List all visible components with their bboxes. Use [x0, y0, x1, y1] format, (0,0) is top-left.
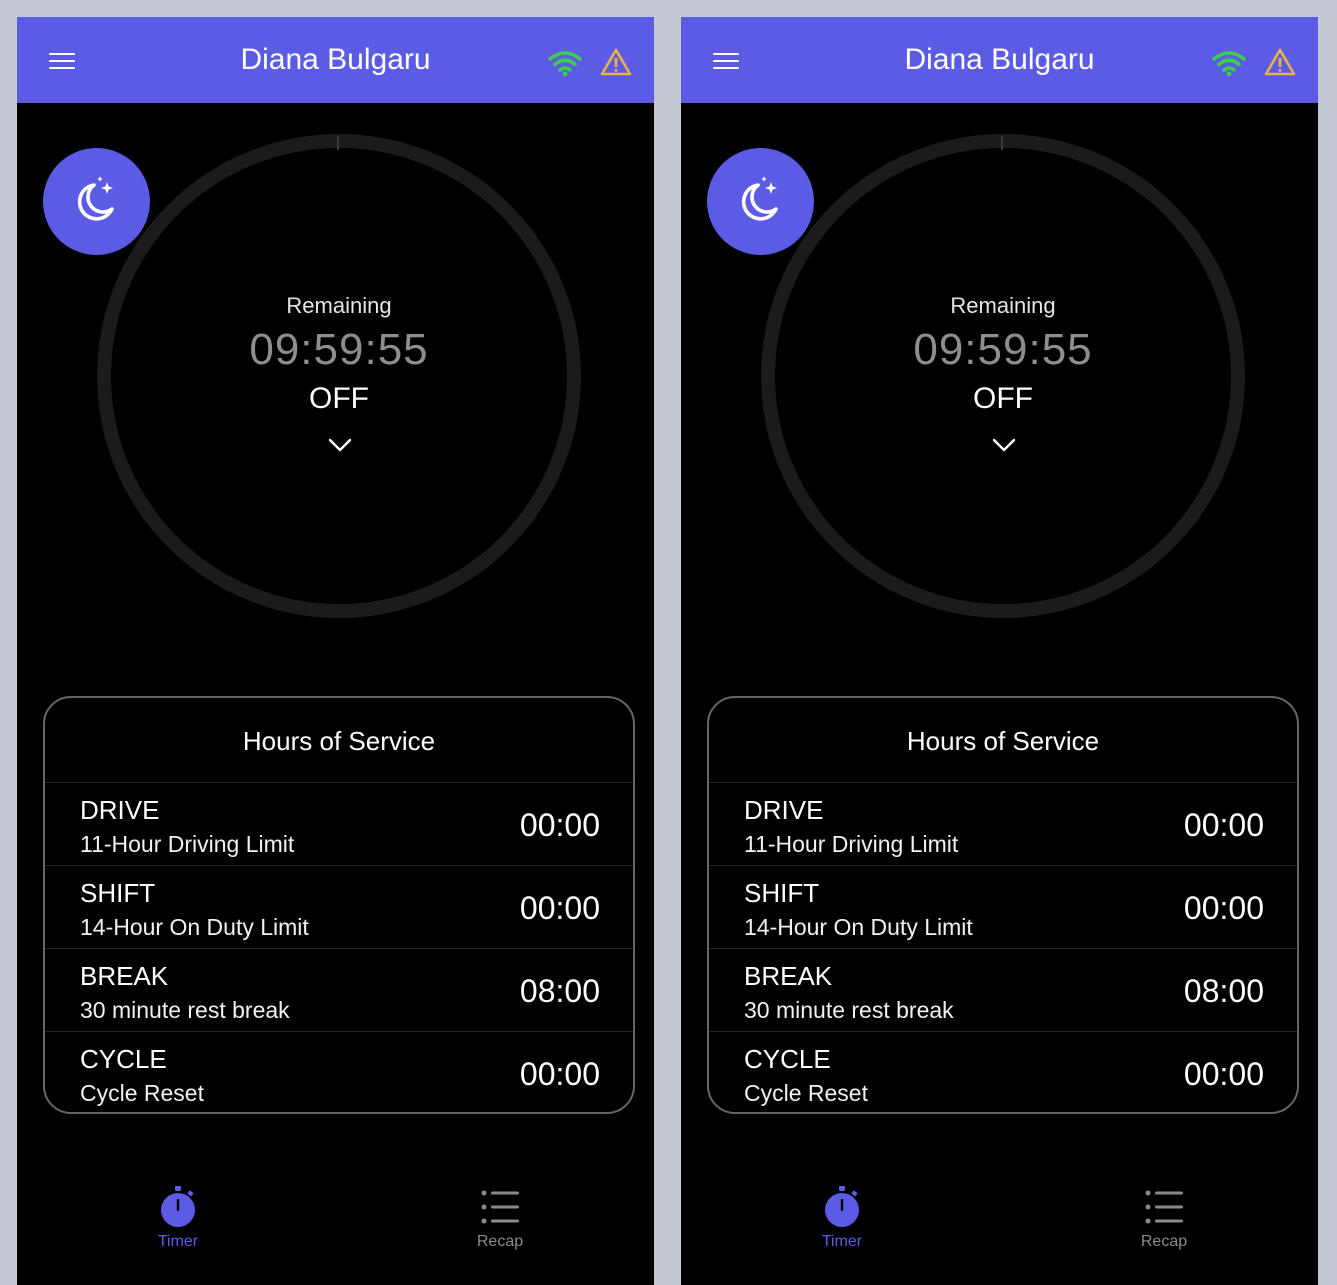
hours-of-service-card: Hours of Service DRIVE 11-Hour Driving L…	[707, 696, 1299, 1114]
tab-timer-label: Timer	[157, 1233, 199, 1250]
tab-recap-label: Recap	[1140, 1233, 1188, 1250]
list-icon	[1145, 1190, 1183, 1224]
tab-timer[interactable]: Timer	[787, 1185, 897, 1265]
timer-ring	[761, 134, 1245, 618]
phone-screen-right: Diana Bulgaru Remaining 09:59:55 OFF Hou…	[681, 17, 1318, 1285]
hos-row-value: 08:00	[519, 973, 600, 1009]
timer-ring-start-marker	[1001, 136, 1003, 150]
hos-row-value: 00:00	[1183, 807, 1264, 843]
remaining-label: Remaining	[286, 293, 392, 318]
phone-screen-left: Diana Bulgaru Remaining 09:59:55 OFF Hou…	[17, 17, 654, 1285]
hos-row-name: SHIFT	[744, 878, 820, 908]
hos-row-shift: SHIFT 14-Hour On Duty Limit 00:00	[45, 866, 633, 949]
hos-row-description: 30 minute rest break	[80, 997, 290, 1023]
remaining-time: 09:59:55	[913, 325, 1093, 374]
warning-icon[interactable]	[1263, 47, 1297, 77]
wifi-icon[interactable]	[547, 49, 583, 77]
hos-row-name: BREAK	[744, 961, 833, 991]
hos-row-break: BREAK 30 minute rest break 08:00	[45, 949, 633, 1032]
remaining-label: Remaining	[950, 293, 1056, 318]
hours-of-service-title: Hours of Service	[45, 698, 633, 783]
hos-row-name: SHIFT	[80, 878, 156, 908]
wifi-icon[interactable]	[1211, 49, 1247, 77]
stopwatch-icon	[161, 1186, 195, 1227]
hos-row-description: 14-Hour On Duty Limit	[744, 914, 973, 940]
hos-row-break: BREAK 30 minute rest break 08:00	[709, 949, 1297, 1032]
tab-recap[interactable]: Recap	[1109, 1185, 1219, 1265]
tab-recap[interactable]: Recap	[445, 1185, 555, 1265]
hos-row-name: DRIVE	[744, 795, 824, 825]
warning-icon[interactable]	[599, 47, 633, 77]
hos-row-description: 11-Hour Driving Limit	[80, 831, 295, 857]
bottom-tab-bar: Timer Recap	[681, 1177, 1318, 1285]
hos-row-value: 00:00	[1183, 890, 1264, 926]
hos-row-description: 14-Hour On Duty Limit	[80, 914, 309, 940]
hours-of-service-title: Hours of Service	[709, 698, 1297, 783]
hos-row-value: 00:00	[519, 1056, 600, 1092]
hos-row-name: CYCLE	[80, 1044, 167, 1074]
hos-row-description: Cycle Reset	[80, 1080, 204, 1106]
remaining-time: 09:59:55	[249, 325, 429, 374]
app-header: Diana Bulgaru	[17, 17, 654, 103]
sleep-mode-button[interactable]	[707, 148, 814, 255]
hos-row-name: BREAK	[80, 961, 169, 991]
list-icon	[481, 1190, 519, 1224]
hos-row-name: CYCLE	[744, 1044, 831, 1074]
hos-row-cycle: CYCLE Cycle Reset 00:00	[709, 1032, 1297, 1112]
duty-status: OFF	[309, 382, 369, 415]
tab-recap-label: Recap	[476, 1233, 524, 1250]
app-header: Diana Bulgaru	[681, 17, 1318, 103]
sleep-mode-button[interactable]	[43, 148, 150, 255]
hos-row-name: DRIVE	[80, 795, 160, 825]
hos-row-shift: SHIFT 14-Hour On Duty Limit 00:00	[709, 866, 1297, 949]
moon-stars-icon	[77, 176, 114, 221]
hours-of-service-card: Hours of Service DRIVE 11-Hour Driving L…	[43, 696, 635, 1114]
chevron-down-icon[interactable]	[328, 437, 352, 453]
hos-row-value: 00:00	[519, 807, 600, 843]
tab-timer-label: Timer	[821, 1233, 863, 1250]
hos-row-drive: DRIVE 11-Hour Driving Limit 00:00	[45, 783, 633, 866]
hos-row-description: Cycle Reset	[744, 1080, 868, 1106]
duty-status: OFF	[973, 382, 1033, 415]
hos-row-description: 30 minute rest break	[744, 997, 954, 1023]
timer-ring-start-marker	[337, 136, 339, 150]
hos-row-cycle: CYCLE Cycle Reset 00:00	[45, 1032, 633, 1112]
hos-row-description: 11-Hour Driving Limit	[744, 831, 959, 857]
chevron-down-icon[interactable]	[992, 437, 1016, 453]
hos-row-value: 00:00	[1183, 1056, 1264, 1092]
timer-ring	[97, 134, 581, 618]
moon-stars-icon	[741, 176, 778, 221]
bottom-tab-bar: Timer Recap	[17, 1177, 654, 1285]
tab-timer[interactable]: Timer	[123, 1185, 233, 1265]
hos-row-value: 08:00	[1183, 973, 1264, 1009]
hos-row-drive: DRIVE 11-Hour Driving Limit 00:00	[709, 783, 1297, 866]
hos-row-value: 00:00	[519, 890, 600, 926]
stopwatch-icon	[825, 1186, 859, 1227]
